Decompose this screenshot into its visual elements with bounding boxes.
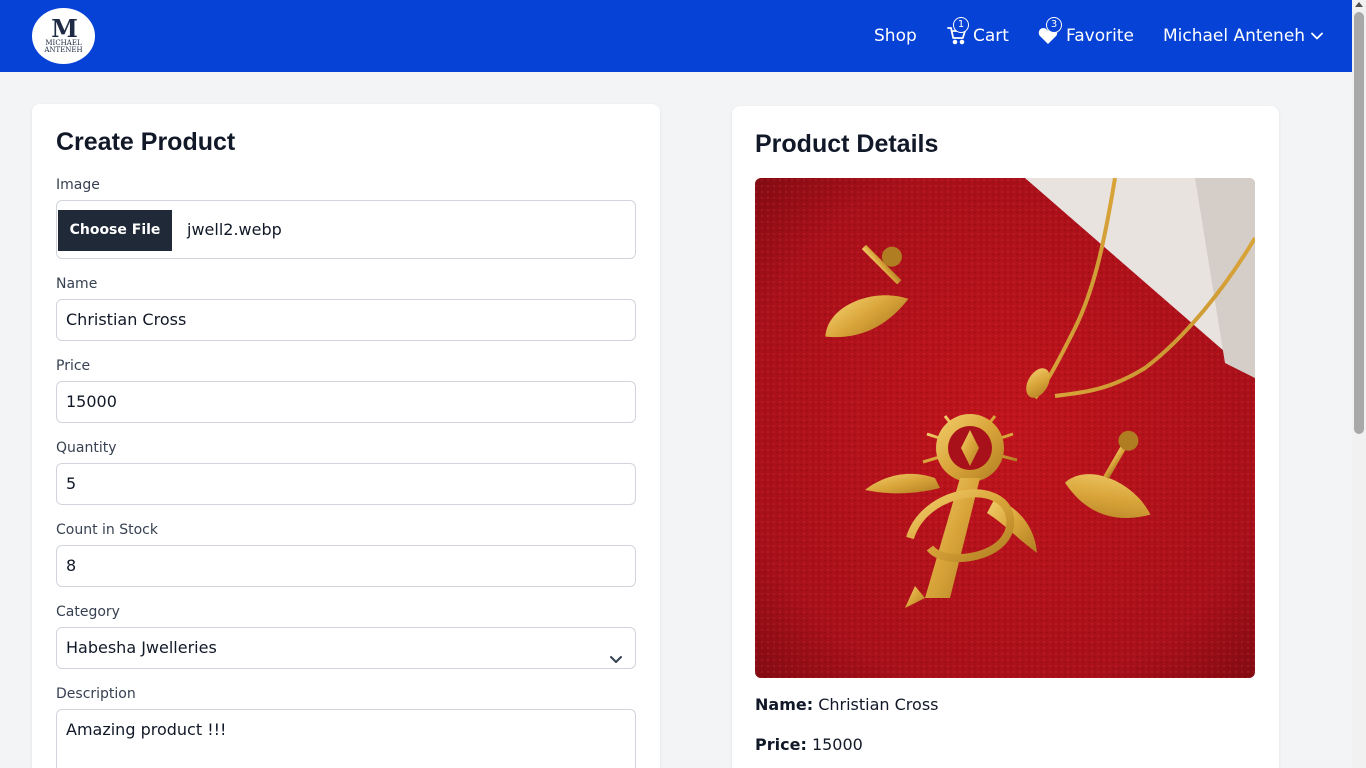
product-details-title: Product Details <box>755 130 939 158</box>
nav-favorite-link[interactable]: 3 Favorite <box>1038 0 1134 72</box>
create-product-card: Create Product Image Choose File jwell2.… <box>32 104 660 768</box>
scroll-up-arrow-icon[interactable] <box>1355 2 1363 7</box>
detail-price-row: Price: 15000 <box>755 735 863 754</box>
nav-shop-label: Shop <box>874 26 917 46</box>
product-details-card: Product Details Name: Christian Cross Pr… <box>732 106 1279 768</box>
name-input[interactable]: Christian Cross <box>56 299 636 341</box>
quantity-input[interactable]: 5 <box>56 463 636 505</box>
price-input[interactable]: 15000 <box>56 381 636 423</box>
logo-text-line2: ANTENEH <box>44 46 83 54</box>
price-label: Price <box>56 358 91 374</box>
description-label: Description <box>56 686 136 702</box>
create-product-title: Create Product <box>56 128 236 156</box>
chevron-down-icon <box>1311 32 1323 40</box>
nav-favorite-label: Favorite <box>1066 26 1134 46</box>
cart-icon: 1 <box>947 17 969 45</box>
top-navbar: M MICHAEL ANTENEH Shop 1 Cart 3 Favorite… <box>0 0 1352 72</box>
detail-name-row: Name: Christian Cross <box>755 695 938 714</box>
product-image <box>755 178 1255 678</box>
image-file-input[interactable]: Choose File jwell2.webp <box>56 200 636 259</box>
page-scrollbar[interactable] <box>1352 0 1366 768</box>
choose-file-button[interactable]: Choose File <box>58 210 172 251</box>
detail-name-label: Name: <box>755 695 814 714</box>
user-name: Michael Anteneh <box>1163 26 1306 46</box>
name-label: Name <box>56 276 98 292</box>
detail-price-label: Price: <box>755 735 807 754</box>
scrollbar-thumb[interactable] <box>1354 12 1364 434</box>
favorite-count-badge: 3 <box>1046 17 1062 33</box>
detail-name-value: Christian Cross <box>818 695 939 714</box>
nav-shop-link[interactable]: Shop <box>874 0 917 72</box>
quantity-label: Quantity <box>56 440 117 456</box>
count-in-stock-label: Count in Stock <box>56 522 158 538</box>
user-menu-toggle[interactable]: Michael Anteneh <box>1163 0 1323 72</box>
nav-cart-label: Cart <box>973 26 1009 46</box>
cart-count-badge: 1 <box>953 17 969 33</box>
category-select[interactable]: Habesha Jwelleries <box>56 627 636 669</box>
heart-icon: 3 <box>1038 17 1062 45</box>
logo-mark: M <box>51 14 78 43</box>
nav-cart-link[interactable]: 1 Cart <box>947 0 1009 72</box>
detail-price-value: 15000 <box>811 735 863 754</box>
category-selected-value: Habesha Jwelleries <box>66 638 217 657</box>
category-label: Category <box>56 604 120 620</box>
brand-logo[interactable]: M MICHAEL ANTENEH <box>32 8 95 64</box>
description-textarea[interactable]: Amazing product !!! <box>56 709 636 768</box>
image-label: Image <box>56 177 100 193</box>
selected-file-name: jwell2.webp <box>187 220 282 239</box>
count-in-stock-input[interactable]: 8 <box>56 545 636 587</box>
chevron-down-icon <box>609 641 623 681</box>
